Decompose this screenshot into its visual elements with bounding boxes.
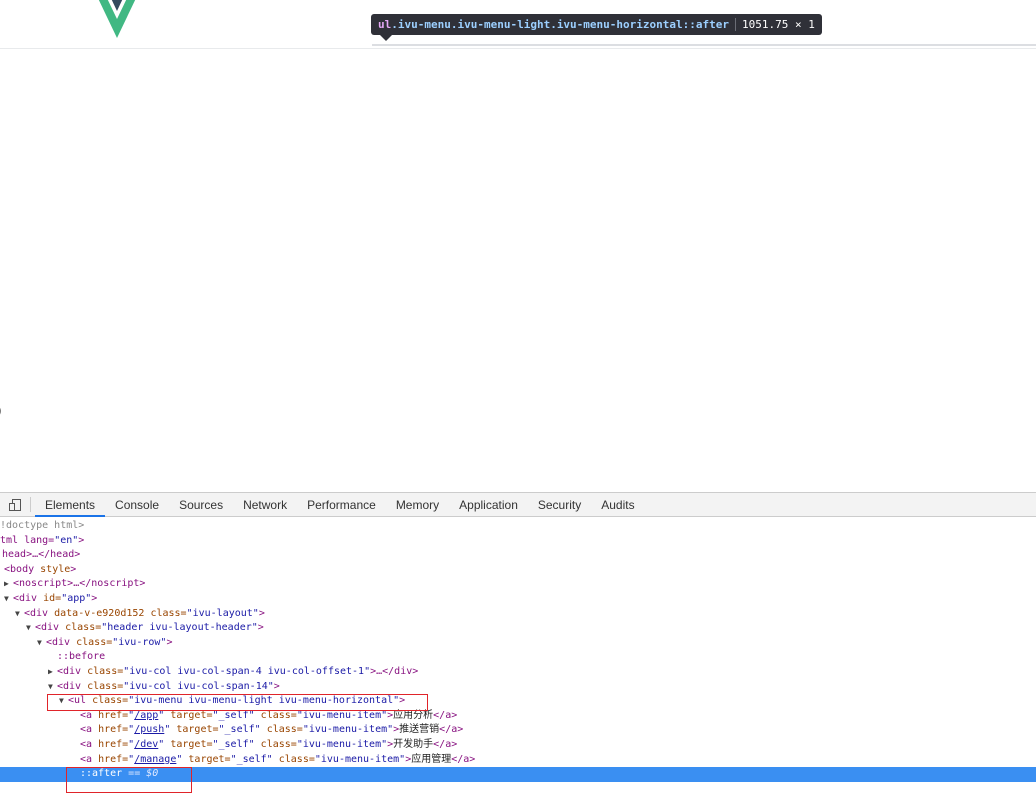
page-viewport: ul .ivu-menu.ivu-menu-light.ivu-menu-hori… (0, 0, 1036, 492)
tooltip-dimensions: 1051.75 × 1 (742, 18, 815, 31)
tab-audits[interactable]: Audits (591, 493, 644, 516)
menu-underline (372, 44, 1036, 46)
dom-node-menu-item[interactable]: <a href="/app" target="_self" class="ivu… (0, 709, 1036, 724)
dom-node-col-offset[interactable]: ▶ <div class="ivu-col ivu-col-span-4 ivu-… (0, 665, 1036, 680)
dom-node-row[interactable]: ▼ <div class="ivu-row"> (0, 636, 1036, 651)
tab-performance[interactable]: Performance (297, 493, 386, 516)
tooltip-tag: ul (378, 18, 392, 31)
href-link[interactable]: /manage (134, 754, 176, 765)
dom-node-body[interactable]: <body style> (0, 563, 1036, 578)
tab-security[interactable]: Security (528, 493, 591, 516)
dom-node-menu-item[interactable]: <a href="/dev" target="_self" class="ivu… (0, 738, 1036, 753)
devtools-toolbar: Elements Console Sources Network Perform… (0, 493, 1036, 517)
tab-application[interactable]: Application (449, 493, 528, 516)
collapse-arrow-icon[interactable]: ▼ (48, 680, 57, 695)
href-link[interactable]: /push (134, 724, 164, 735)
element-inspect-tooltip: ul .ivu-menu.ivu-menu-light.ivu-menu-hori… (371, 14, 822, 35)
tooltip-separator (735, 18, 737, 31)
devtools-panel: Elements Console Sources Network Perform… (0, 492, 1036, 793)
device-toolbar-icon[interactable] (0, 493, 30, 516)
dom-node-menu-item[interactable]: <a href="/manage" target="_self" class="… (0, 753, 1036, 768)
href-link[interactable]: /dev (134, 739, 158, 750)
dom-node-layout[interactable]: ▼ <div data-v-e920d152 class="ivu-layout"… (0, 607, 1036, 622)
header-divider (0, 48, 1036, 49)
toolbar-divider (30, 497, 31, 512)
tab-network[interactable]: Network (233, 493, 297, 516)
dom-node-doctype[interactable]: !doctype html> (0, 519, 1036, 534)
dom-node-menu-item[interactable]: <a href="/push" target="_self" class="iv… (0, 723, 1036, 738)
tooltip-classes: .ivu-menu.ivu-menu-light.ivu-menu-horizo… (391, 18, 730, 31)
dom-node-app[interactable]: ▼ <div id="app"> (0, 592, 1036, 607)
dom-node-noscript[interactable]: ▶ <noscript>…</noscript> (0, 577, 1036, 592)
partial-glyph: ) (0, 404, 2, 418)
dom-node-header[interactable]: ▼ <div class="header ivu-layout-header"> (0, 621, 1036, 636)
dom-tree: !doctype html> tml lang="en"> head>…</he… (0, 519, 1036, 782)
collapse-arrow-icon[interactable]: ▼ (59, 694, 68, 709)
vue-logo-icon (98, 0, 136, 38)
collapse-arrow-icon[interactable]: ▼ (15, 607, 24, 622)
tab-elements[interactable]: Elements (35, 493, 106, 517)
tab-sources[interactable]: Sources (169, 493, 233, 516)
tab-memory[interactable]: Memory (386, 493, 449, 516)
collapse-arrow-icon[interactable]: ▼ (37, 636, 46, 651)
dom-node-head[interactable]: head>…</head> (0, 548, 1036, 563)
tab-console[interactable]: Console (105, 493, 169, 516)
href-link[interactable]: /app (134, 710, 158, 721)
collapse-arrow-icon[interactable]: ▼ (26, 621, 35, 636)
dom-node-before[interactable]: ::before (0, 650, 1036, 665)
collapse-arrow-icon[interactable]: ▼ (4, 592, 13, 607)
tooltip-arrow (380, 35, 392, 41)
dom-node-after-selected[interactable]: ::after == $0 (0, 767, 1036, 782)
dom-node-html[interactable]: tml lang="en"> (0, 534, 1036, 549)
expand-arrow-icon[interactable]: ▶ (48, 665, 57, 680)
dom-node-col-span[interactable]: ▼ <div class="ivu-col ivu-col-span-14"> (0, 680, 1036, 695)
dom-node-ul-menu[interactable]: ▼ <ul class="ivu-menu ivu-menu-light ivu-… (0, 694, 1036, 709)
expand-arrow-icon[interactable]: ▶ (4, 577, 13, 592)
